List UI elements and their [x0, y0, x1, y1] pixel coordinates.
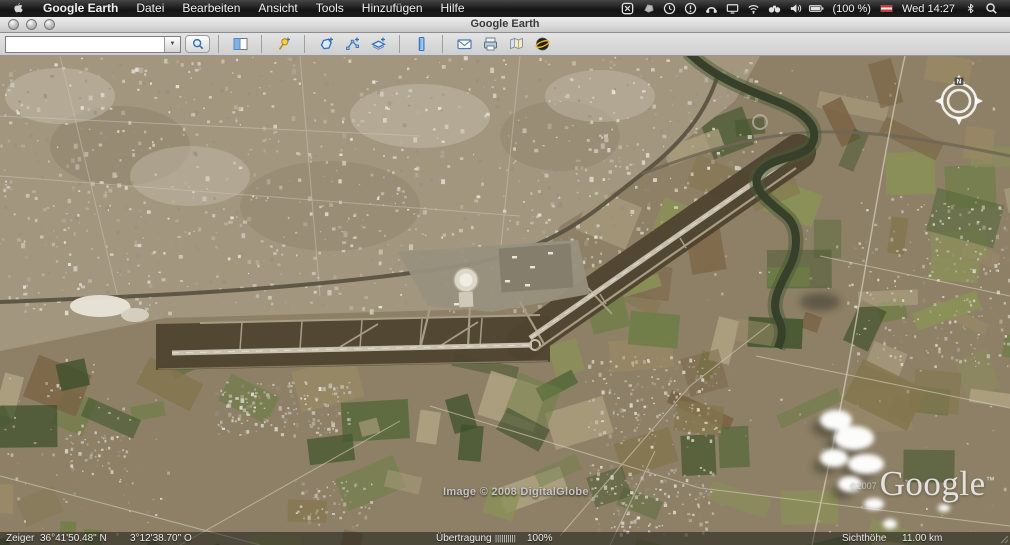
search-combo: ▼: [5, 36, 181, 53]
status-bar: Zeiger 36°41'50.48" N 3°12'38.70" O Über…: [0, 532, 1010, 545]
printer-icon: [482, 36, 499, 52]
menubar-clock[interactable]: Wed 14:27: [897, 3, 960, 15]
google-watermark: ©2007 Google ™: [850, 466, 995, 501]
time-machine-icon[interactable]: [659, 0, 680, 17]
add-placemark-button[interactable]: [271, 34, 295, 54]
magnifier-icon: [191, 37, 205, 51]
logo-text: Google: [880, 466, 986, 501]
toolbar-separator: [304, 35, 305, 53]
ruler-button[interactable]: [409, 34, 433, 54]
streaming-label: Übertragung: [436, 532, 492, 545]
binoculars-icon[interactable]: [764, 0, 785, 17]
compass-north-label: N: [957, 79, 962, 86]
zoom-button[interactable]: [44, 19, 55, 30]
menu-bar: Google Earth Datei Bearbeiten Ansicht To…: [0, 0, 1010, 17]
email-icon: [456, 36, 473, 52]
close-button[interactable]: [8, 19, 19, 30]
altitude-label: Sichthöhe: [842, 532, 886, 545]
screen: Google Earth Datei Bearbeiten Ansicht To…: [0, 0, 1010, 545]
toggle-sidebar-button[interactable]: [228, 34, 252, 54]
menu-bearbeiten[interactable]: Bearbeiten: [173, 0, 249, 17]
map-icon: [508, 36, 525, 52]
image-overlay-icon: [370, 36, 387, 52]
phone-icon[interactable]: [701, 0, 722, 17]
logo-year: ©2007: [850, 481, 877, 491]
pointer-longitude: 3°12'38.70" O: [130, 532, 192, 545]
add-path-button[interactable]: [340, 34, 364, 54]
battery-percent[interactable]: (100 %): [827, 3, 876, 15]
volume-icon[interactable]: [785, 0, 806, 17]
logo-tm: ™: [986, 475, 995, 485]
view-in-google-maps-button[interactable]: [504, 34, 528, 54]
map-view[interactable]: N Image © 2008 DigitalGlobe ©2007 Google…: [0, 56, 1010, 545]
pan-south-arrow[interactable]: [955, 117, 963, 125]
menu-hinzufuegen[interactable]: Hinzufügen: [353, 0, 432, 17]
sky-planet-icon: [534, 36, 551, 52]
bluetooth-icon[interactable]: [960, 0, 981, 17]
toolbar-separator: [261, 35, 262, 53]
toolbar-separator: [442, 35, 443, 53]
battery-icon[interactable]: [806, 0, 827, 17]
ruler-icon: [413, 36, 430, 52]
add-polygon-button[interactable]: [314, 34, 338, 54]
pointer-label: Zeiger: [6, 532, 34, 545]
menu-google-earth[interactable]: Google Earth: [34, 0, 127, 17]
window-controls: [8, 19, 55, 30]
email-button[interactable]: [452, 34, 476, 54]
toolbar-separator: [218, 35, 219, 53]
menubar-status-area: (100 %) Wed 14:27: [617, 0, 1010, 17]
pan-west-arrow[interactable]: [935, 97, 943, 105]
polygon-icon: [318, 36, 335, 52]
keyboard-flag-icon[interactable]: [876, 0, 897, 17]
display-icon[interactable]: [722, 0, 743, 17]
window-title-bar[interactable]: Google Earth: [0, 17, 1010, 33]
toolbar-separator: [399, 35, 400, 53]
altitude-value: 11.00 km: [902, 532, 942, 545]
apple-icon: [12, 2, 24, 15]
window-x-icon[interactable]: [617, 0, 638, 17]
placemark-icon: [275, 36, 292, 52]
minimize-button[interactable]: [26, 19, 37, 30]
streaming-percent: 100%: [527, 532, 553, 545]
path-icon: [344, 36, 361, 52]
search-input[interactable]: [6, 37, 164, 52]
widget-icon[interactable]: [638, 0, 659, 17]
sync-icon[interactable]: [680, 0, 701, 17]
spotlight-icon[interactable]: [981, 0, 1002, 17]
streaming-bars: ||||||||||: [495, 532, 516, 545]
resize-grip[interactable]: [999, 534, 1009, 544]
menu-ansicht[interactable]: Ansicht: [249, 0, 306, 17]
menu-tools[interactable]: Tools: [307, 0, 353, 17]
add-image-overlay-button[interactable]: [366, 34, 390, 54]
pointer-latitude: 36°41'50.48" N: [40, 532, 107, 545]
search-button[interactable]: [185, 35, 210, 53]
pan-east-arrow[interactable]: [975, 97, 983, 105]
print-button[interactable]: [478, 34, 502, 54]
window-title: Google Earth: [0, 17, 1010, 32]
sidebar-icon: [232, 36, 249, 52]
imagery-credit: Image © 2008 DigitalGlobe: [443, 486, 589, 498]
search-dropdown-button[interactable]: ▼: [164, 37, 180, 52]
switch-to-sky-button[interactable]: [530, 34, 554, 54]
apple-menu[interactable]: [0, 2, 34, 15]
toolbar: ▼: [0, 33, 1010, 56]
wifi-icon[interactable]: [743, 0, 764, 17]
compass-navigation[interactable]: N: [931, 73, 987, 129]
menu-datei[interactable]: Datei: [127, 0, 173, 17]
menu-hilfe[interactable]: Hilfe: [432, 0, 474, 17]
